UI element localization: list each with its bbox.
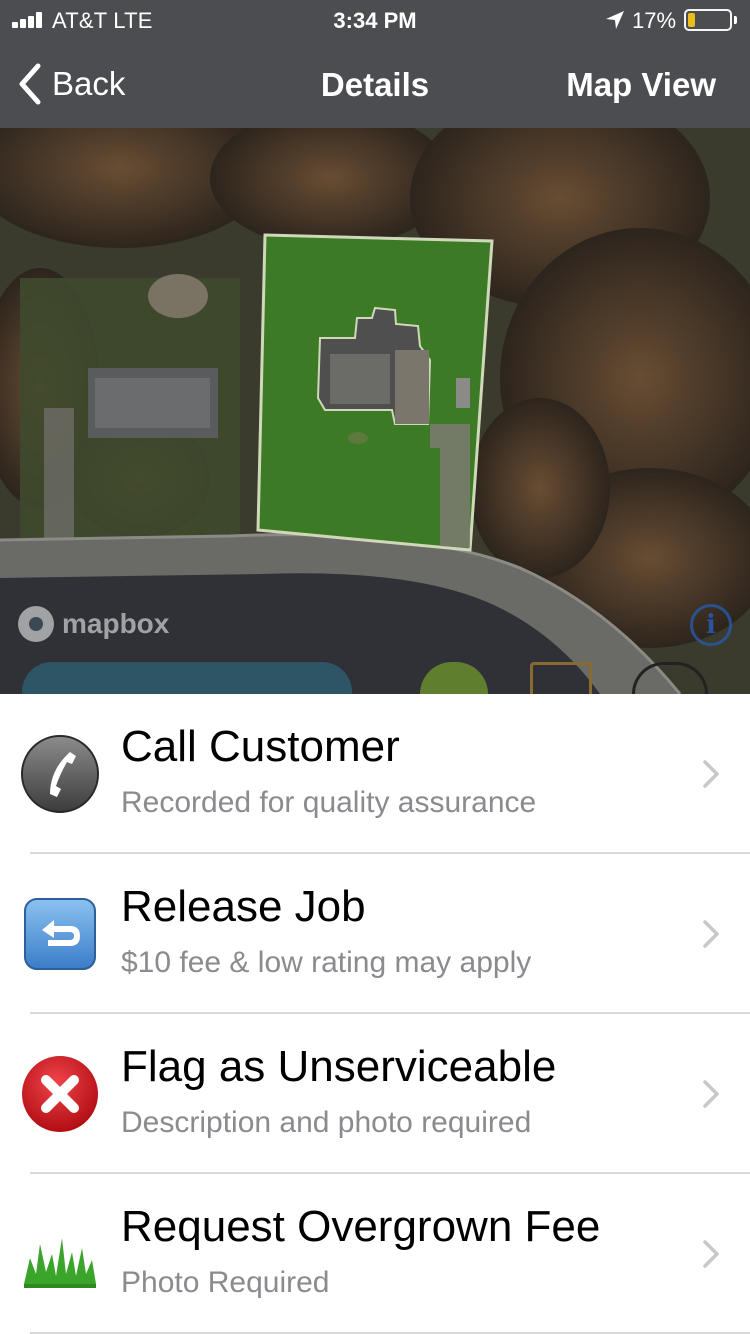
call-customer-row[interactable]: Call Customer Recorded for quality assur…	[0, 694, 750, 854]
map-info-button[interactable]: i	[690, 604, 732, 646]
row-title: Release Job	[121, 882, 366, 931]
action-sheet: Call Customer Recorded for quality assur…	[0, 694, 750, 1334]
row-title: Flag as Unserviceable	[121, 1042, 557, 1091]
row-title: Request Overgrown Fee	[121, 1202, 601, 1251]
mapbox-label: mapbox	[62, 608, 170, 639]
chevron-right-icon	[703, 920, 719, 948]
red-x-icon	[22, 1056, 98, 1132]
row-subtitle: Recorded for quality assurance	[121, 786, 537, 819]
navigation-bar: Back Details Map View	[0, 40, 750, 128]
return-arrow-icon	[24, 898, 96, 970]
chevron-right-icon	[703, 760, 719, 788]
row-title: Call Customer	[121, 722, 400, 771]
hidden-clipboard-icon	[530, 662, 592, 694]
battery-percent: 17%	[632, 8, 677, 33]
battery-icon	[684, 9, 732, 31]
battery-tip	[734, 16, 737, 24]
mapbox-logo-icon	[18, 606, 54, 642]
grass-icon	[24, 1238, 96, 1288]
battery-level-fill	[688, 13, 695, 27]
map-view-button[interactable]: Map View	[566, 66, 716, 104]
row-subtitle: Photo Required	[121, 1266, 330, 1299]
satellite-map[interactable]: mapbox i	[0, 128, 750, 694]
chevron-right-icon	[703, 1080, 719, 1108]
overgrown-fee-row[interactable]: Request Overgrown Fee Photo Required	[0, 1174, 750, 1334]
status-bar: AT&T LTE 3:34 PM 17%	[0, 0, 750, 40]
mapbox-attribution[interactable]: mapbox	[18, 606, 169, 642]
release-job-row[interactable]: Release Job $10 fee & low rating may app…	[0, 854, 750, 1014]
chevron-right-icon	[703, 1240, 719, 1268]
row-subtitle: Description and photo required	[121, 1106, 532, 1139]
location-arrow-icon	[606, 11, 624, 29]
flag-unserviceable-row[interactable]: Flag as Unserviceable Description and ph…	[0, 1014, 750, 1174]
top-bar: AT&T LTE 3:34 PM 17% Back Details Map Vi…	[0, 0, 750, 128]
row-subtitle: $10 fee & low rating may apply	[121, 946, 532, 979]
hidden-primary-button	[22, 662, 352, 694]
phone-icon	[21, 735, 99, 813]
